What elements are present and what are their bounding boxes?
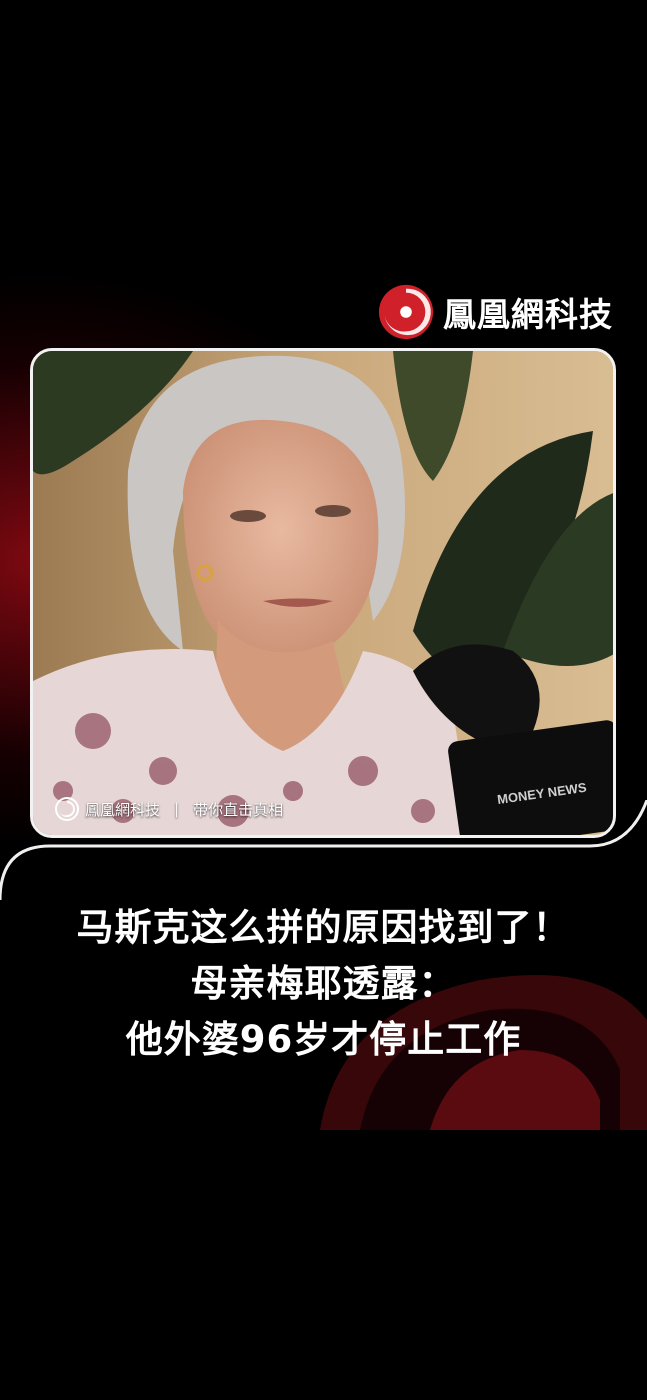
headline: 马斯克这么拼的原因找到了！ 母亲梅耶透露： 他外婆96岁才停止工作 (0, 900, 647, 1068)
video-frame-image: MONEY NEWS (33, 351, 613, 835)
decorative-curve (0, 800, 647, 901)
headline-line-3: 他外婆96岁才停止工作 (125, 1018, 522, 1061)
headline-line-2: 母亲梅耶透露： (190, 962, 457, 1005)
brand-logo: 鳳凰網科技 (377, 283, 613, 341)
headline-line-1: 马斯克这么拼的原因找到了！ (76, 906, 571, 949)
background-top-shade (0, 0, 647, 200)
brand-name: 鳳凰網科技 (443, 295, 613, 334)
phoenix-logo-icon (378, 284, 434, 340)
video-player[interactable]: MONEY NEWS 鳳凰網科技 | 带你直击真相 (30, 348, 616, 838)
